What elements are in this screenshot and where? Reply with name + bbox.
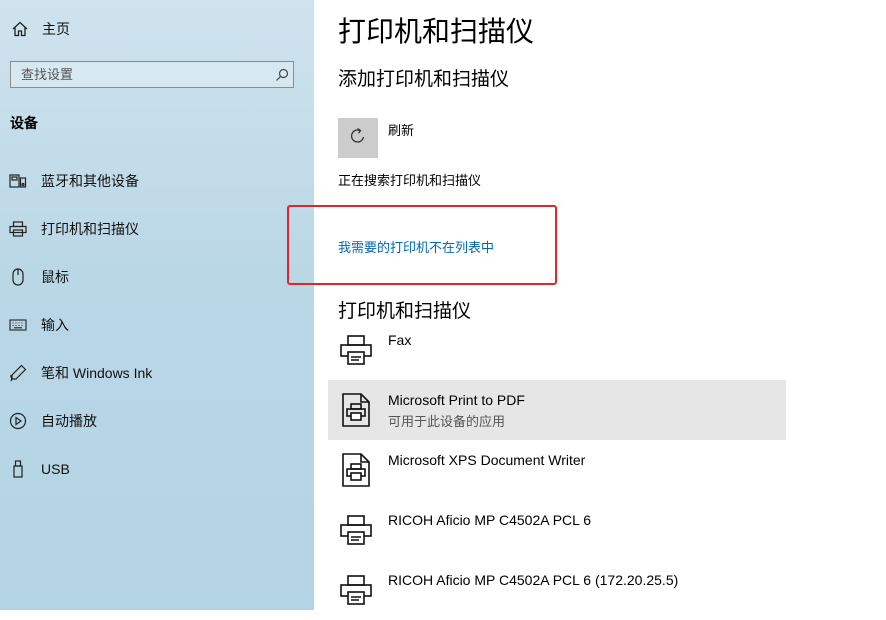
- home-nav-item[interactable]: 主页: [10, 18, 70, 40]
- sidebar-item-mouse[interactable]: 鼠标: [0, 253, 314, 301]
- mouse-icon: [9, 268, 27, 286]
- printer-status: 可用于此设备的应用: [388, 414, 506, 429]
- document-printer-icon: [338, 392, 374, 428]
- settings-search-box[interactable]: [10, 61, 294, 88]
- searching-status: 正在搜索打印机和扫描仪: [338, 173, 482, 188]
- usb-icon: [9, 460, 27, 478]
- printer-item-fax[interactable]: Fax: [328, 320, 786, 380]
- refresh-button[interactable]: [338, 118, 378, 158]
- printer-icon: [338, 332, 374, 368]
- sidebar-item-label: 笔和 Windows Ink: [41, 365, 153, 381]
- printer-name: Microsoft Print to PDF: [388, 392, 525, 408]
- sidebar-item-autoplay[interactable]: 自动播放: [0, 397, 314, 445]
- sidebar-item-label: 鼠标: [41, 269, 69, 285]
- printer-item-ricoh-pcl6-ip[interactable]: RICOH Aficio MP C4502A PCL 6 (172.20.25.…: [328, 560, 786, 620]
- printer-item-ricoh-pcl6[interactable]: RICOH Aficio MP C4502A PCL 6: [328, 500, 786, 560]
- sidebar-item-label: 蓝牙和其他设备: [41, 173, 139, 189]
- sidebar-item-pen[interactable]: 笔和 Windows Ink: [0, 349, 314, 397]
- refresh-icon: [348, 126, 368, 151]
- sidebar-item-label: 输入: [41, 317, 69, 333]
- printers-list: Fax Microsoft Print to PDF 可用于此设备的应用 Mic…: [328, 320, 786, 620]
- section-title: 设备: [10, 115, 38, 131]
- pen-icon: [9, 364, 27, 382]
- document-printer-icon: [338, 452, 374, 488]
- keyboard-icon: [9, 316, 27, 334]
- main-content: 打印机和扫描仪 添加打印机和扫描仪 刷新 正在搜索打印机和扫描仪 我需要的打印机…: [287, 0, 886, 610]
- bluetooth-devices-icon: [9, 172, 27, 190]
- sidebar: 主页 设备 蓝牙和其他设备 打印机和扫描仪: [0, 0, 314, 610]
- sidebar-item-bluetooth[interactable]: 蓝牙和其他设备: [0, 157, 314, 205]
- home-label: 主页: [42, 21, 70, 37]
- page-title: 打印机和扫描仪: [338, 16, 535, 47]
- add-printers-heading: 添加打印机和扫描仪: [338, 69, 510, 90]
- sidebar-item-printers[interactable]: 打印机和扫描仪: [0, 205, 314, 253]
- sidebar-nav: 蓝牙和其他设备 打印机和扫描仪 鼠标 输入 笔和 Windows Ink 自动播…: [0, 157, 314, 493]
- refresh-label[interactable]: 刷新: [388, 120, 414, 139]
- printer-item-microsoft-xps-document-writer[interactable]: Microsoft XPS Document Writer: [328, 440, 786, 500]
- printer-icon: [9, 220, 27, 238]
- printer-name: Fax: [388, 332, 412, 348]
- printer-item-microsoft-print-to-pdf[interactable]: Microsoft Print to PDF 可用于此设备的应用: [328, 380, 786, 440]
- printer-not-listed-link[interactable]: 我需要的打印机不在列表中: [338, 237, 494, 256]
- search-icon[interactable]: [271, 68, 293, 82]
- printer-icon: [338, 512, 374, 548]
- home-icon: [10, 19, 30, 39]
- printer-icon: [338, 572, 374, 608]
- printer-name: Microsoft XPS Document Writer: [388, 452, 586, 468]
- sidebar-item-label: USB: [41, 461, 70, 477]
- printers-list-heading: 打印机和扫描仪: [338, 301, 472, 322]
- printer-name: RICOH Aficio MP C4502A PCL 6: [388, 512, 592, 528]
- sidebar-item-typing[interactable]: 输入: [0, 301, 314, 349]
- autoplay-icon: [9, 412, 27, 430]
- printer-name: RICOH Aficio MP C4502A PCL 6 (172.20.25.…: [388, 572, 679, 588]
- sidebar-item-label: 打印机和扫描仪: [41, 221, 139, 237]
- sidebar-item-usb[interactable]: USB: [0, 445, 314, 493]
- settings-search-input[interactable]: [11, 67, 271, 82]
- sidebar-item-label: 自动播放: [41, 413, 97, 429]
